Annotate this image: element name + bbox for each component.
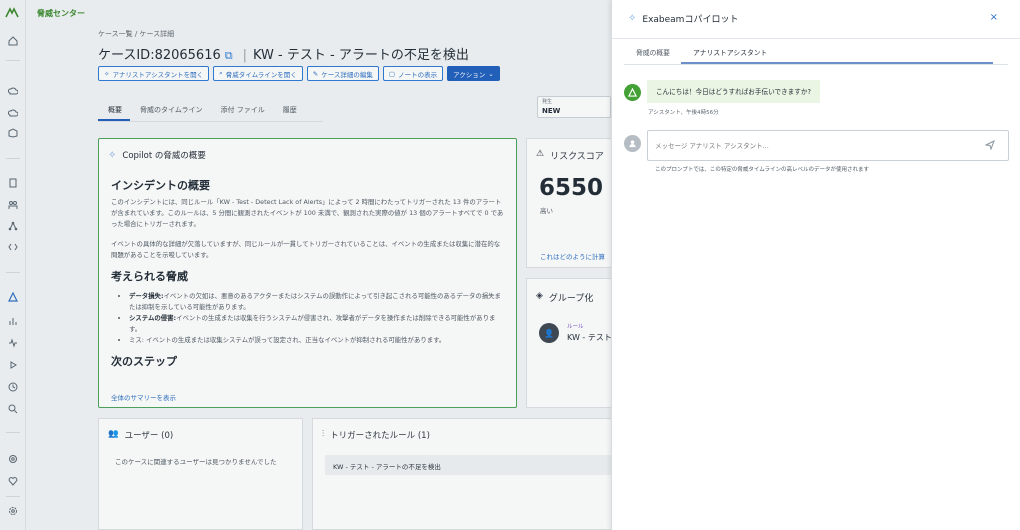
close-icon[interactable]: × (990, 12, 998, 23)
copilot-title: ✧ Exabeamコパイロット (628, 12, 738, 25)
message-input[interactable] (647, 130, 1009, 161)
copilot-tabs: 脅威の概要 アナリストアシスタント (624, 44, 1008, 65)
panel-overlay (0, 0, 611, 530)
send-icon[interactable] (984, 139, 995, 153)
assistant-avatar-icon (624, 84, 641, 101)
prompt-hint: このプロンプトでは、この特定の脅威タイムラインの高レベルのデータが使用されます (655, 167, 869, 173)
copilot-panel: ✧ Exabeamコパイロット × 脅威の概要 アナリストアシスタント こんにちは… (611, 0, 1020, 530)
user-avatar-icon (624, 135, 641, 152)
sparkle-icon: ✧ (628, 13, 637, 24)
assistant-message: こんにちは！今日はどうすればお手伝いできますか? (647, 80, 820, 103)
assistant-message-meta: アシスタント、午後4時56分 (648, 110, 719, 116)
tab-threat-summary[interactable]: 脅威の概要 (624, 44, 681, 64)
tab-analyst-assistant[interactable]: アナリストアシスタント (680, 44, 993, 64)
copilot-title-label: Exabeamコパイロット (642, 15, 739, 25)
panel-divider (612, 38, 1020, 39)
